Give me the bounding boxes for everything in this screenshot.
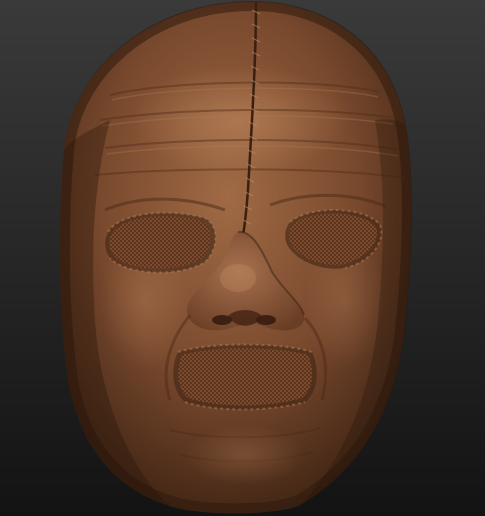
sculpt-viewport: [0, 0, 485, 516]
mouth-opening: [173, 343, 317, 411]
chin-highlight: [185, 425, 305, 485]
left-eye-opening: [105, 211, 217, 274]
nose-highlight: [220, 264, 256, 292]
mask-render: [0, 0, 485, 516]
forehead-highlight: [130, 65, 350, 175]
